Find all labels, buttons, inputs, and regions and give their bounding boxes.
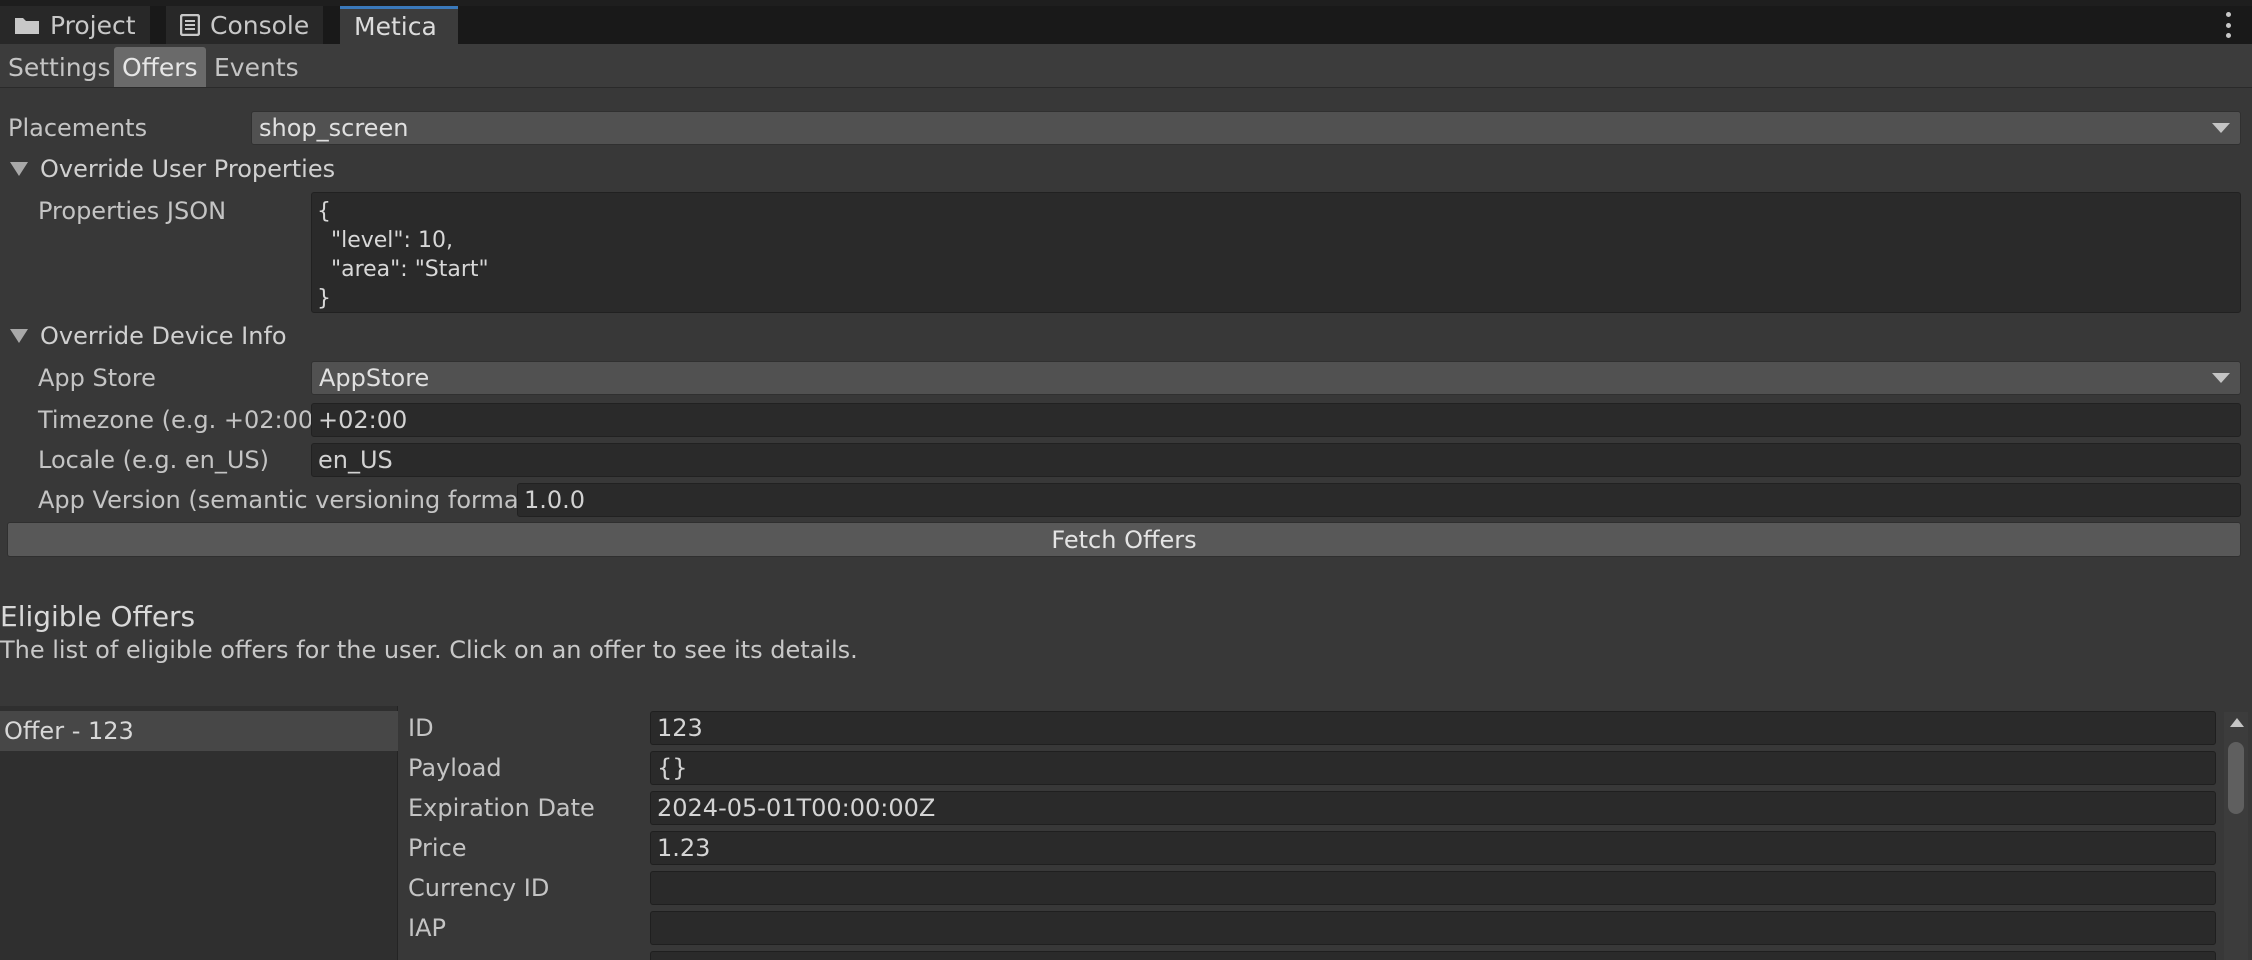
offer-iap-field[interactable] (650, 911, 2216, 945)
tab-settings-label: Settings (8, 52, 111, 82)
app-store-dropdown[interactable]: AppStore (311, 361, 2241, 395)
app-store-label: App Store (38, 364, 156, 392)
override-device-info-foldout[interactable]: Override Device Info (10, 319, 287, 353)
offer-price-field[interactable]: 1.23 (650, 831, 2216, 865)
list-item[interactable]: Offer - 123 (0, 711, 398, 751)
offer-id-label: ID (408, 714, 434, 742)
placements-dropdown[interactable]: shop_screen (251, 111, 2241, 145)
properties-json-textarea[interactable]: { "level": 10, "area": "Start" } (311, 192, 2241, 313)
app-version-label: App Version (semantic versioning format) (38, 486, 538, 514)
offer-currency-id-field[interactable] (650, 871, 2216, 905)
details-scrollbar[interactable] (2224, 712, 2248, 960)
offer-price-label: Price (408, 834, 467, 862)
offer-expiration-label: Expiration Date (408, 794, 595, 822)
locale-field[interactable]: en_US (311, 443, 2241, 477)
properties-json-label: Properties JSON (38, 197, 227, 225)
override-device-info-label: Override Device Info (40, 322, 287, 350)
timezone-label: Timezone (e.g. +02:00) (38, 406, 323, 434)
fetch-offers-button[interactable]: Fetch Offers (7, 522, 2241, 557)
offer-iap-label: IAP (408, 914, 446, 942)
placements-value: shop_screen (259, 114, 409, 142)
eligible-offers-description: The list of eligible offers for the user… (0, 636, 858, 664)
app-store-value: AppStore (319, 364, 430, 392)
tab-metica[interactable]: Metica (340, 6, 458, 44)
chevron-down-icon (2212, 373, 2230, 383)
window-tab-bar: Project Console Metica (0, 0, 2252, 44)
scroll-up-icon[interactable] (2230, 718, 2244, 727)
sub-tab-bar: Settings Offers Events (0, 44, 2252, 88)
console-icon (180, 14, 200, 36)
scrollbar-thumb[interactable] (2228, 742, 2244, 814)
tab-console-label: Console (210, 10, 310, 40)
tab-metica-label: Metica (354, 12, 437, 41)
offer-payload-field[interactable]: {} (650, 751, 2216, 785)
override-user-properties-label: Override User Properties (40, 155, 336, 183)
eligible-offers-title: Eligible Offers (0, 600, 196, 633)
offer-expiration-field[interactable]: 2024-05-01T00:00:00Z (650, 791, 2216, 825)
tab-events[interactable]: Events (206, 47, 307, 87)
timezone-field[interactable]: +02:00 (311, 403, 2241, 437)
tab-offers-label: Offers (122, 52, 198, 82)
locale-label: Locale (e.g. en_US) (38, 446, 269, 474)
folder-icon (14, 15, 40, 35)
offer-currency-id-label: Currency ID (408, 874, 550, 902)
offer-next-field[interactable] (650, 951, 2216, 960)
app-version-field[interactable]: 1.0.0 (517, 483, 2241, 517)
more-options-icon[interactable] (2224, 12, 2232, 38)
chevron-down-icon (2212, 123, 2230, 133)
tab-settings[interactable]: Settings (0, 47, 119, 87)
offer-list: Offer - 123 (0, 706, 398, 960)
tab-console[interactable]: Console (166, 6, 324, 44)
tab-events-label: Events (214, 52, 299, 82)
override-user-properties-foldout[interactable]: Override User Properties (10, 152, 335, 186)
tab-project-label: Project (50, 10, 136, 40)
foldout-triangle-icon (10, 162, 28, 176)
offer-payload-label: Payload (408, 754, 502, 782)
window-top-strip (0, 0, 2252, 6)
tab-project[interactable]: Project (0, 6, 150, 44)
offer-id-field[interactable]: 123 (650, 711, 2216, 745)
placements-label: Placements (8, 114, 148, 142)
tab-offers[interactable]: Offers (114, 47, 206, 87)
foldout-triangle-icon (10, 329, 28, 343)
